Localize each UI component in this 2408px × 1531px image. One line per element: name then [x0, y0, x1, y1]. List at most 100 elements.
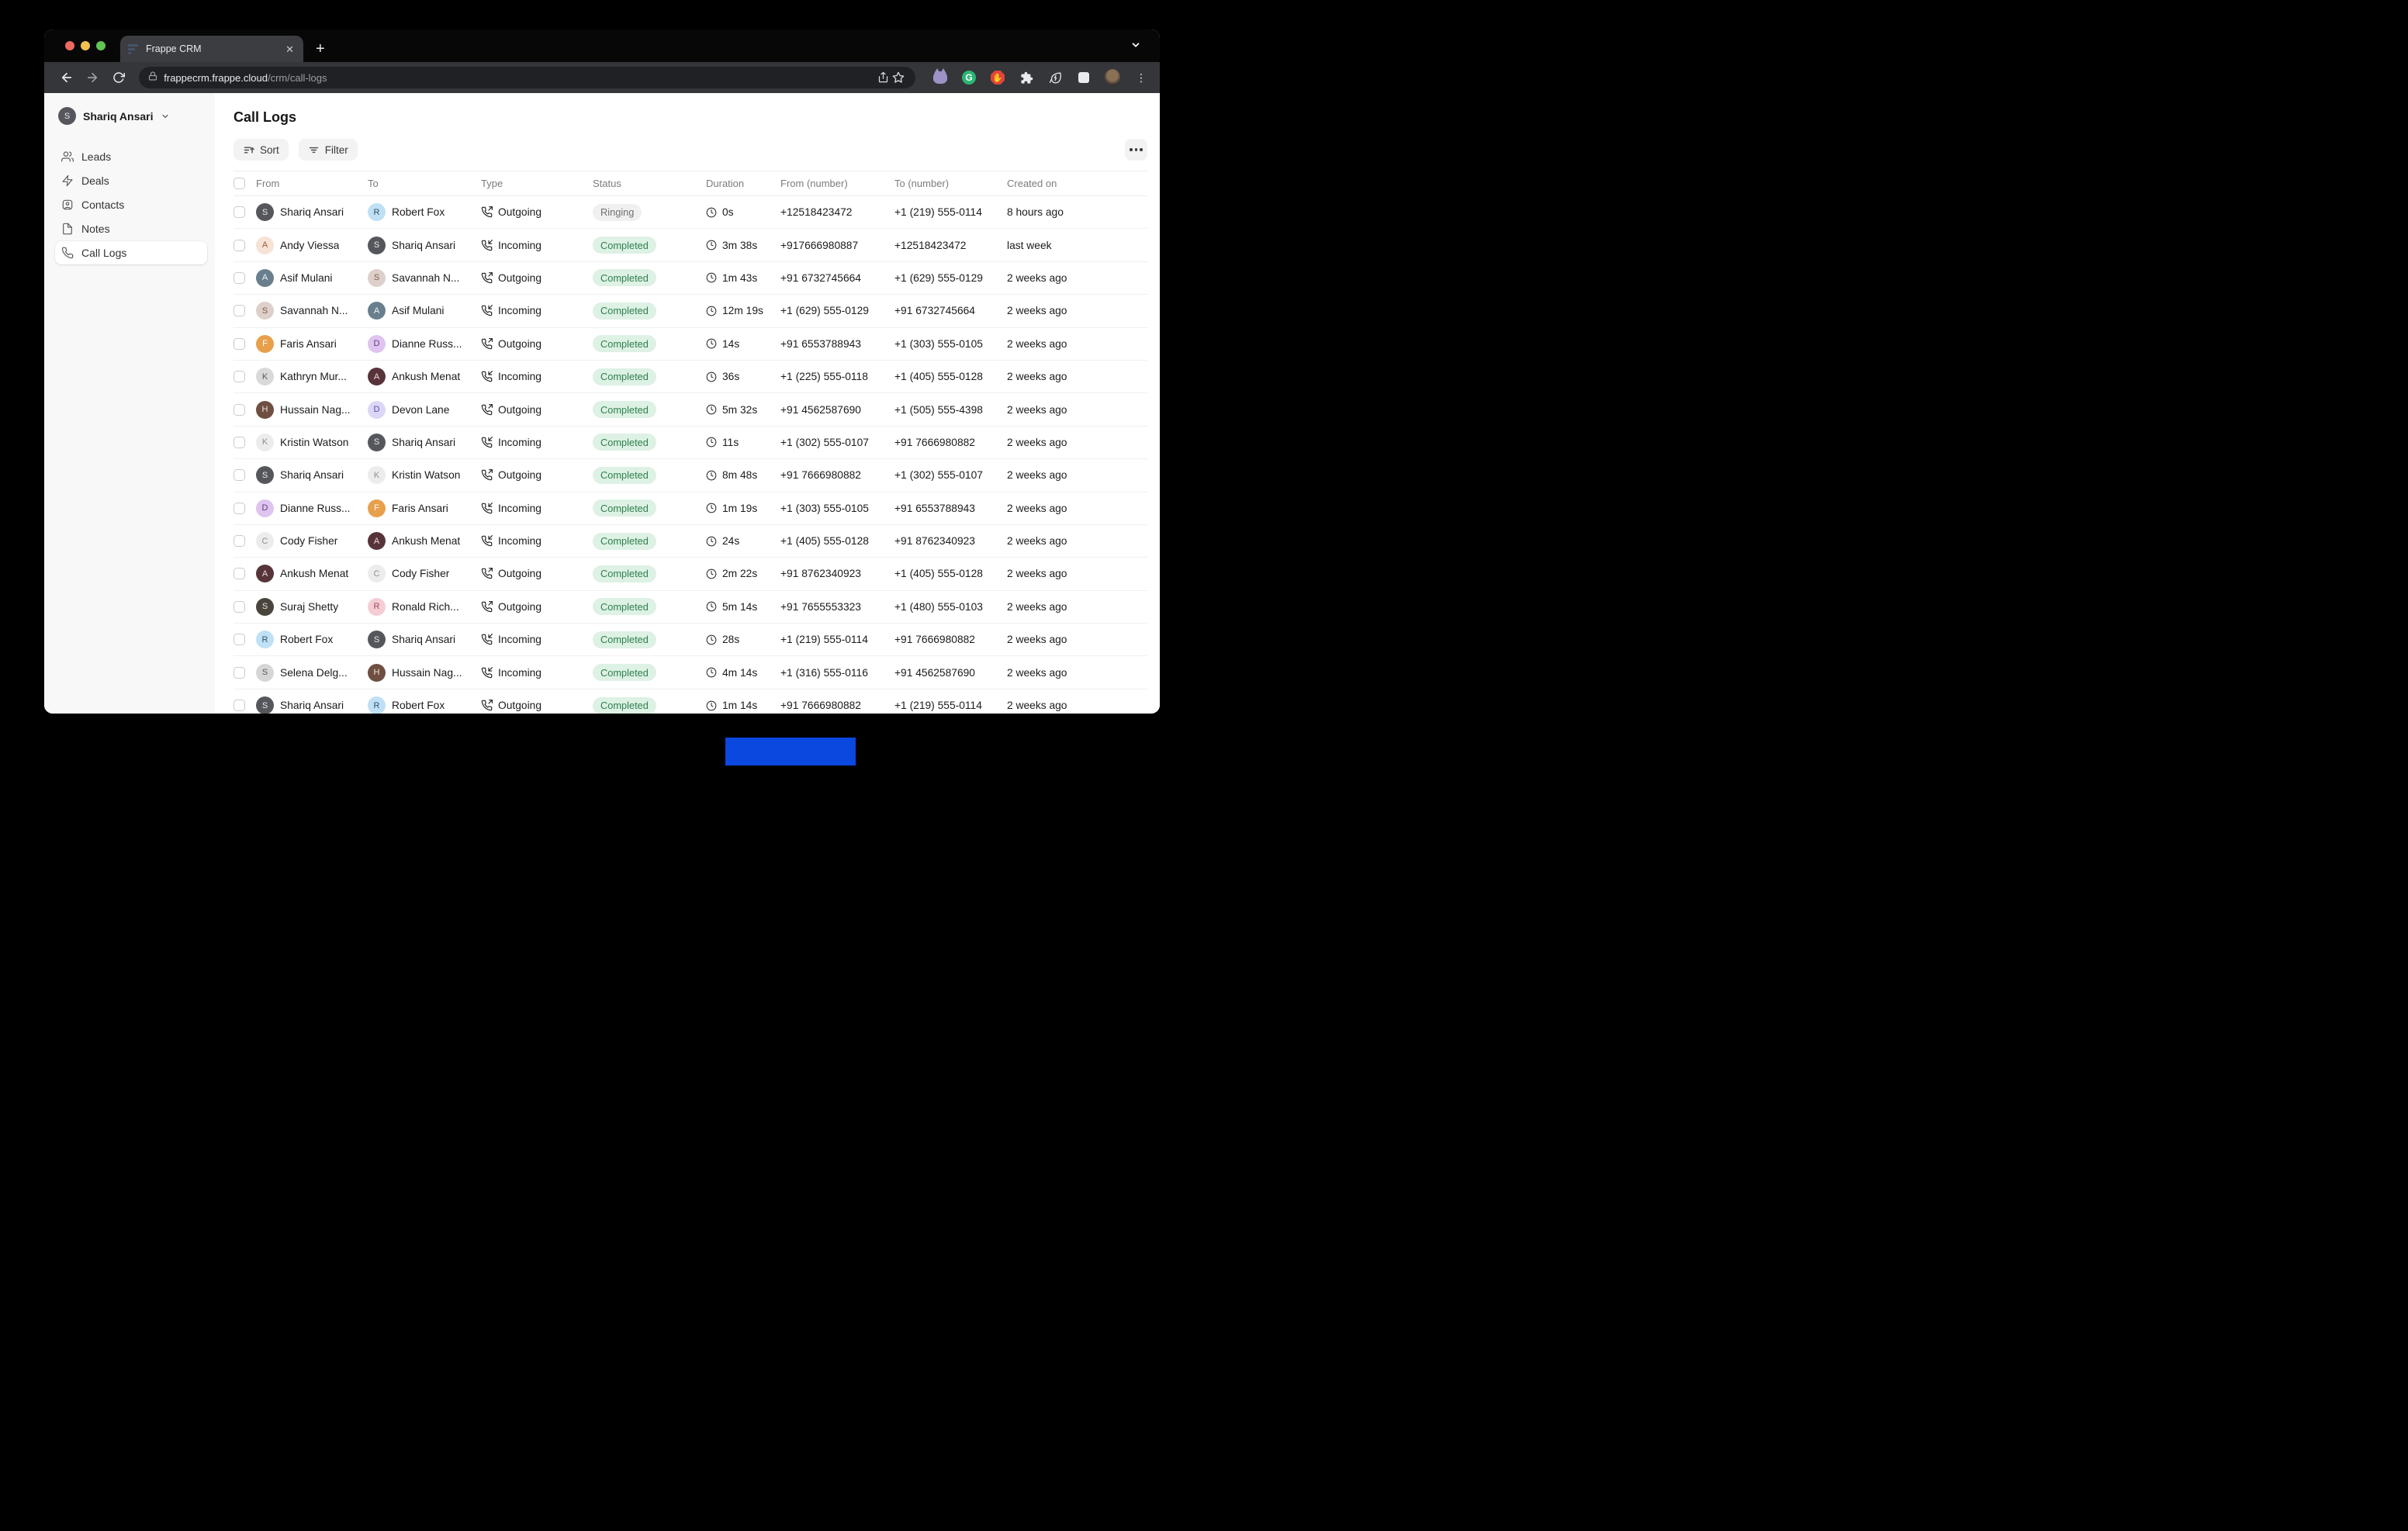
- user-menu[interactable]: S Shariq Ansari: [55, 107, 207, 125]
- back-button[interactable]: [55, 66, 78, 89]
- sidebar-item-call-logs[interactable]: Call Logs: [55, 241, 207, 264]
- new-tab-button[interactable]: +: [316, 36, 325, 61]
- row-checkbox[interactable]: [234, 634, 245, 645]
- table-row[interactable]: D Dianne Russ... F Faris Ansari Incoming…: [234, 492, 1147, 525]
- select-all-checkbox[interactable]: [234, 178, 245, 189]
- table-row[interactable]: K Kristin Watson S Shariq Ansari Incomin…: [234, 427, 1147, 459]
- user-avatar: S: [58, 107, 76, 125]
- to-person: A Ankush Menat: [368, 368, 481, 385]
- call-type-label: Outgoing: [498, 338, 541, 350]
- table-row[interactable]: S Selena Delg... H Hussain Nag... Incomi…: [234, 656, 1147, 689]
- from-number: +91 7666980882: [780, 469, 894, 481]
- table-row[interactable]: A Andy Viessa S Shariq Ansari Incoming C…: [234, 229, 1147, 261]
- zoom-window-button[interactable]: [96, 41, 106, 50]
- table-row[interactable]: C Cody Fisher A Ankush Menat Incoming Co…: [234, 525, 1147, 558]
- row-checkbox[interactable]: [234, 437, 245, 448]
- duration-label: 2m 22s: [722, 568, 757, 579]
- row-checkbox[interactable]: [234, 240, 245, 251]
- extensions-puzzle-icon[interactable]: [1019, 70, 1034, 85]
- call-type-cell: Outgoing: [481, 601, 593, 613]
- table-row[interactable]: R Robert Fox S Shariq Ansari Incoming Co…: [234, 624, 1147, 656]
- phone-outgoing-icon: [481, 206, 493, 218]
- row-checkbox[interactable]: [234, 338, 245, 350]
- table-row[interactable]: H Hussain Nag... D Devon Lane Outgoing C…: [234, 393, 1147, 426]
- created-on: 2 weeks ago: [1007, 469, 1147, 481]
- sidebar-item-leads[interactable]: Leads: [55, 145, 207, 168]
- status-badge: Completed: [593, 335, 656, 352]
- sort-button[interactable]: Sort: [234, 139, 289, 161]
- sidebar-item-notes[interactable]: Notes: [55, 217, 207, 240]
- browser-menu-kebab-icon[interactable]: ⋮: [1133, 70, 1149, 85]
- page-title: Call Logs: [234, 109, 1147, 126]
- created-on: 2 weeks ago: [1007, 634, 1147, 645]
- from-number: +91 4562587690: [780, 404, 894, 416]
- table-row[interactable]: S Shariq Ansari R Robert Fox Outgoing Co…: [234, 689, 1147, 714]
- browser-profile-avatar[interactable]: [1105, 70, 1120, 85]
- to-name: Ankush Menat: [392, 371, 460, 382]
- duration-label: 8m 48s: [722, 469, 757, 481]
- status-cell: Completed: [593, 467, 706, 484]
- row-checkbox[interactable]: [234, 503, 245, 514]
- table-body: S Shariq Ansari R Robert Fox Outgoing Ri…: [234, 196, 1147, 714]
- duration-cell: 28s: [706, 634, 780, 645]
- deals-zap-icon: [61, 175, 74, 187]
- share-icon[interactable]: [875, 70, 891, 85]
- frappe-favicon-icon: [128, 43, 140, 55]
- table-row[interactable]: S Suraj Shetty R Ronald Rich... Outgoing…: [234, 591, 1147, 624]
- table-row[interactable]: F Faris Ansari D Dianne Russ... Outgoing…: [234, 328, 1147, 361]
- table-row[interactable]: S Savannah N... A Asif Mulani Incoming C…: [234, 295, 1147, 327]
- row-checkbox[interactable]: [234, 206, 245, 218]
- tab-overflow-chevron-icon[interactable]: [1130, 40, 1141, 54]
- minimize-window-button[interactable]: [81, 41, 90, 50]
- sidebar-item-deals[interactable]: Deals: [55, 169, 207, 192]
- chevron-down-icon: [161, 112, 170, 121]
- status-badge: Completed: [593, 434, 656, 451]
- row-checkbox[interactable]: [234, 272, 245, 284]
- row-checkbox[interactable]: [234, 404, 245, 416]
- call-type-cell: Incoming: [481, 305, 593, 316]
- row-checkbox[interactable]: [234, 667, 245, 679]
- call-type-label: Outgoing: [498, 601, 541, 613]
- row-checkbox[interactable]: [234, 568, 245, 579]
- bookmark-star-icon[interactable]: [891, 70, 906, 85]
- from-number: +1 (302) 555-0107: [780, 437, 894, 448]
- tab-close-icon[interactable]: ✕: [284, 43, 296, 56]
- row-checkbox[interactable]: [234, 601, 245, 613]
- status-cell: Completed: [593, 302, 706, 320]
- call-type-label: Outgoing: [498, 272, 541, 284]
- call-type-cell: Incoming: [481, 535, 593, 547]
- table-row[interactable]: S Shariq Ansari K Kristin Watson Outgoin…: [234, 459, 1147, 492]
- phone-outgoing-icon: [481, 601, 493, 613]
- address-bar[interactable]: frappecrm.frappe.cloud/crm/call-logs: [139, 67, 915, 88]
- row-checkbox[interactable]: [234, 305, 245, 316]
- row-checkbox[interactable]: [234, 469, 245, 481]
- duration-label: 36s: [722, 371, 739, 382]
- github-octocat-extension-icon[interactable]: [932, 70, 948, 85]
- status-badge: Completed: [593, 237, 656, 254]
- browser-tab[interactable]: Frappe CRM ✕: [120, 36, 303, 62]
- reload-button[interactable]: [107, 66, 130, 89]
- from-number: +91 7666980882: [780, 700, 894, 711]
- row-checkbox[interactable]: [234, 371, 245, 382]
- status-badge: Completed: [593, 533, 656, 550]
- dock-blue-app-strip[interactable]: [725, 738, 856, 766]
- sidebar-item-contacts[interactable]: Contacts: [55, 193, 207, 216]
- table-row[interactable]: A Asif Mulani S Savannah N... Outgoing C…: [234, 262, 1147, 295]
- row-checkbox[interactable]: [234, 700, 245, 711]
- row-checkbox[interactable]: [234, 535, 245, 547]
- table-row[interactable]: K Kathryn Mur... A Ankush Menat Incoming…: [234, 361, 1147, 393]
- status-cell: Completed: [593, 598, 706, 615]
- more-options-button[interactable]: [1125, 139, 1147, 161]
- energy-saver-leaf-icon[interactable]: [1047, 70, 1063, 85]
- grammarly-extension-icon[interactable]: G: [961, 70, 977, 85]
- table-row[interactable]: A Ankush Menat C Cody Fisher Outgoing Co…: [234, 558, 1147, 590]
- status-badge: Completed: [593, 368, 656, 385]
- table-row[interactable]: S Shariq Ansari R Robert Fox Outgoing Ri…: [234, 196, 1147, 229]
- close-window-button[interactable]: [65, 41, 74, 50]
- adblock-extension-icon[interactable]: ✋: [990, 70, 1005, 85]
- forward-button[interactable]: [81, 66, 103, 89]
- filter-button[interactable]: Filter: [299, 139, 358, 161]
- phone-incoming-icon: [481, 240, 493, 251]
- from-name: Ankush Menat: [280, 568, 348, 579]
- sidebar-panel-icon[interactable]: [1076, 70, 1092, 85]
